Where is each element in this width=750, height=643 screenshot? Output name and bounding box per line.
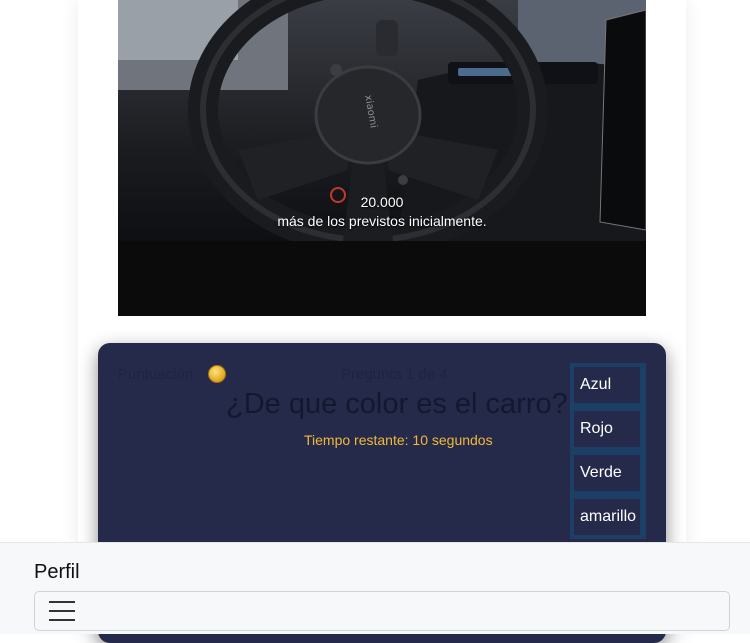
score-label: Puntuación: bbox=[118, 366, 198, 383]
video-subtitle-line-1: 20.000 bbox=[360, 194, 404, 210]
coin-icon bbox=[208, 365, 226, 383]
answer-option-azul[interactable]: Azul bbox=[574, 367, 640, 403]
profile-footer: Perfil bbox=[0, 542, 750, 634]
question-counter: Pregunta 1 de 4 bbox=[341, 366, 448, 383]
timer-text: Tiempo restante: 10 segundos bbox=[304, 432, 493, 448]
answer-option-rojo[interactable]: Rojo bbox=[574, 411, 640, 447]
hamburger-menu-icon[interactable] bbox=[49, 601, 75, 621]
video-player[interactable]: xiaomi 20.000 más de los previstos inici… bbox=[118, 0, 646, 316]
answer-option-verde[interactable]: Verde bbox=[574, 455, 640, 491]
navbar bbox=[34, 591, 730, 631]
profile-title: Perfil bbox=[34, 561, 80, 583]
video-subtitle-line-2: más de los previstos inicialmente. bbox=[277, 213, 487, 229]
answer-options: Azul Rojo Verde amarillo bbox=[570, 363, 646, 539]
question-text: ¿De que color es el carro? bbox=[226, 388, 568, 420]
video-frame: xiaomi 20.000 más de los previstos inici… bbox=[118, 0, 646, 241]
answer-option-amarillo[interactable]: amarillo bbox=[574, 499, 640, 535]
